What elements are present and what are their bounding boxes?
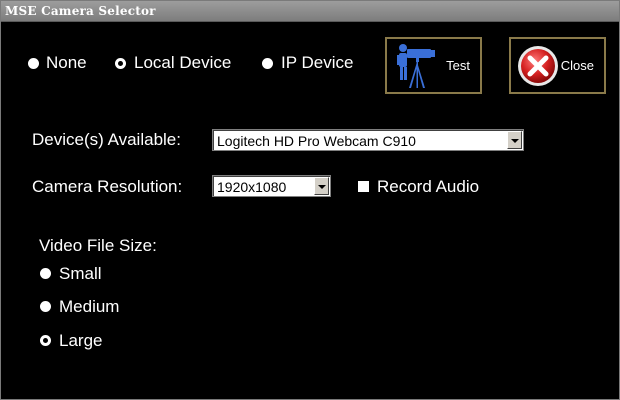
radio-none[interactable] — [28, 58, 39, 69]
radio-medium[interactable] — [40, 301, 51, 312]
radio-small[interactable] — [40, 268, 51, 279]
window-title: MSE Camera Selector — [5, 4, 156, 18]
file-size-label: Video File Size: — [39, 236, 157, 255]
radio-ip-device[interactable] — [262, 58, 273, 69]
devices-selected-value: Logitech HD Pro Webcam C910 — [217, 133, 416, 149]
title-bar: MSE Camera Selector — [1, 1, 619, 22]
devices-dropdown[interactable]: Logitech HD Pro Webcam C910 — [212, 129, 524, 151]
radio-local-device-label[interactable]: Local Device — [134, 53, 231, 73]
test-button-label: Test — [446, 58, 470, 73]
resolution-dropdown[interactable]: 1920x1080 — [212, 175, 331, 197]
red-x-close-icon — [518, 46, 558, 86]
devices-label: Device(s) Available: — [32, 130, 181, 149]
radio-medium-label[interactable]: Medium — [59, 297, 119, 317]
radio-large[interactable] — [40, 335, 51, 346]
chevron-down-icon[interactable] — [507, 131, 522, 149]
close-button-label: Close — [560, 58, 594, 73]
test-button[interactable]: Test — [385, 37, 482, 94]
radio-small-label[interactable]: Small — [59, 264, 102, 284]
camera-selector-window: MSE Camera Selector None Local Device IP… — [0, 0, 620, 400]
record-audio-label[interactable]: Record Audio — [377, 177, 479, 197]
radio-ip-device-label[interactable]: IP Device — [281, 53, 353, 73]
close-button[interactable]: Close — [509, 37, 606, 94]
record-audio-checkbox[interactable] — [358, 181, 369, 192]
resolution-label: Camera Resolution: — [32, 177, 183, 196]
resolution-selected-value: 1920x1080 — [217, 179, 287, 195]
radio-none-label[interactable]: None — [46, 53, 87, 73]
camera-operator-icon — [397, 44, 435, 88]
radio-local-device[interactable] — [115, 58, 126, 69]
chevron-down-icon[interactable] — [314, 177, 329, 195]
radio-large-label[interactable]: Large — [59, 331, 102, 351]
